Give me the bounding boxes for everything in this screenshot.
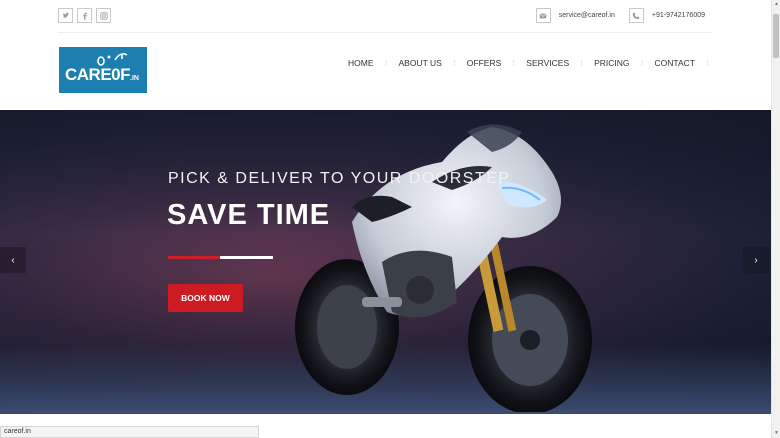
nav-separator: ⋮ bbox=[450, 60, 458, 67]
hero-subtitle: PICK & DELIVER TO YOUR DOORSTEP bbox=[168, 170, 511, 187]
logo-text: CARE0F.IN bbox=[65, 65, 139, 84]
twitter-icon[interactable] bbox=[58, 8, 73, 23]
title-underline-white bbox=[220, 256, 273, 259]
nav-separator: ⋮ bbox=[578, 60, 586, 67]
top-bar: service@careof.in +91-9742176009 bbox=[58, 8, 711, 28]
nav-separator: ⋮ bbox=[382, 60, 390, 67]
nav-separator: ⋮ bbox=[510, 60, 518, 67]
vertical-scrollbar[interactable]: ▲ ▼ bbox=[771, 0, 780, 438]
nav-about-us[interactable]: ABOUT US bbox=[390, 58, 451, 68]
title-underline-red bbox=[168, 256, 220, 259]
phone-icon bbox=[628, 8, 644, 23]
browser-status-bar: careof.in bbox=[0, 426, 259, 438]
instagram-icon[interactable] bbox=[96, 8, 111, 23]
motorcycle-image bbox=[295, 124, 592, 412]
envelope-icon bbox=[535, 8, 551, 23]
nav-contact[interactable]: CONTACT bbox=[646, 58, 704, 68]
nav-separator: ⋮ bbox=[638, 60, 646, 67]
hero-slider: PICK & DELIVER TO YOUR DOORSTEP SAVE TIM… bbox=[0, 110, 771, 414]
nav-services[interactable]: SERVICES bbox=[517, 58, 578, 68]
hero-title: SAVE TIME bbox=[167, 199, 331, 231]
nav-home[interactable]: HOME bbox=[339, 58, 383, 68]
email-link[interactable]: service@careof.in bbox=[559, 12, 615, 19]
scrollbar-thumb[interactable] bbox=[773, 14, 779, 58]
social-links bbox=[58, 8, 111, 23]
facebook-icon[interactable] bbox=[77, 8, 92, 23]
scroll-down-icon[interactable]: ▼ bbox=[772, 429, 780, 438]
phone-link[interactable]: +91-9742176009 bbox=[652, 12, 705, 19]
nav-offers[interactable]: OFFERS bbox=[458, 58, 510, 68]
slider-next-arrow[interactable]: › bbox=[743, 247, 769, 273]
book-now-button[interactable]: BOOK NOW bbox=[168, 284, 243, 312]
careof-logo[interactable]: CARE0F.IN bbox=[59, 47, 147, 93]
topbar-divider bbox=[58, 32, 711, 33]
main-nav: HOME ⋮ ABOUT US ⋮ OFFERS ⋮ SERVICES ⋮ PR… bbox=[339, 58, 711, 68]
nav-separator: ⋮ bbox=[704, 60, 711, 67]
nav-pricing[interactable]: PRICING bbox=[585, 58, 638, 68]
scroll-up-icon[interactable]: ▲ bbox=[772, 0, 780, 9]
slider-prev-arrow[interactable]: ‹ bbox=[0, 247, 26, 273]
contact-info: service@careof.in +91-9742176009 bbox=[535, 8, 711, 23]
